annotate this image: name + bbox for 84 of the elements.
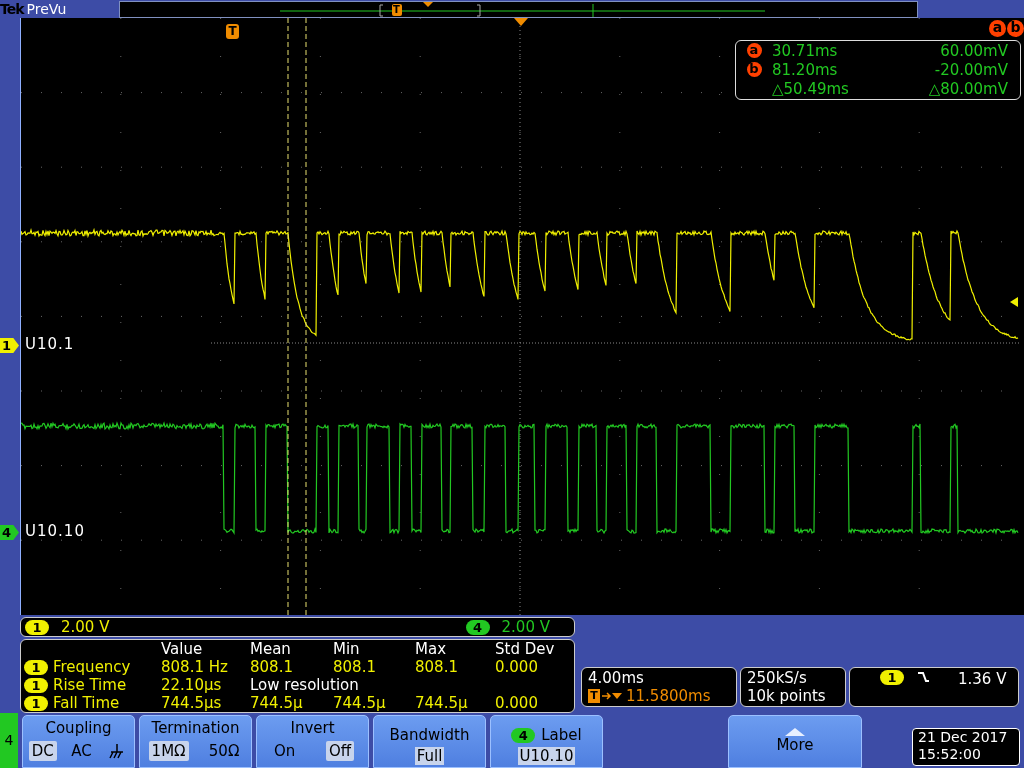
brand-logo: Tek xyxy=(0,1,24,17)
cursor-time: △50.49ms xyxy=(772,80,850,98)
channel-badge: 4 xyxy=(465,619,490,635)
menu-button[interactable]: 4 Label U10.10 xyxy=(490,715,603,768)
cursor-value: -20.00mV xyxy=(933,61,1009,79)
date-text: 21 Dec 2017 xyxy=(918,729,1009,746)
cursor-marker: a xyxy=(746,43,762,58)
cursor-value: 60.00mV xyxy=(939,42,1009,60)
table-cell-text: 808.1 xyxy=(250,658,294,676)
channel-badge: 1 xyxy=(880,670,904,685)
menu-title: Bandwidth xyxy=(389,726,470,744)
cursor-marker: b xyxy=(746,62,762,77)
time-text: 15:52:00 xyxy=(918,746,982,763)
delay-arrow-icon xyxy=(602,691,624,701)
table-cell-text: 744.5µs xyxy=(161,694,223,712)
record-length: 10k points xyxy=(747,687,827,705)
trigger-panel[interactable]: 1 1.36 V xyxy=(849,667,1019,707)
channel-badge: 4 xyxy=(511,727,536,743)
mode-label: PreVu xyxy=(26,1,68,17)
up-arrow-icon xyxy=(785,728,805,736)
menu-title: Termination xyxy=(151,719,240,737)
column-header: Max xyxy=(415,640,447,658)
channel-badge: 1 xyxy=(24,659,48,675)
menu-button[interactable]: Bandwidth Full xyxy=(373,715,486,768)
channel-tab[interactable]: 4 xyxy=(0,713,18,768)
column-header: Value xyxy=(161,640,204,658)
menu-value: Full xyxy=(414,747,445,765)
trace-label: U10.1 xyxy=(25,335,75,353)
measurement-name: Fall Time xyxy=(53,694,120,712)
measurement-name: Frequency xyxy=(53,658,131,676)
menu-option[interactable]: DC xyxy=(28,741,57,761)
menu-title: Label xyxy=(541,726,582,744)
menu-button[interactable]: Coupling DC AC xyxy=(22,715,135,768)
trigger-level: 1.36 V xyxy=(958,670,1007,688)
channel-marker[interactable]: 4 xyxy=(0,525,19,540)
trigger-level-icon xyxy=(1010,297,1018,307)
table-cell-text: 744.5µ xyxy=(333,694,387,712)
more-button[interactable]: More xyxy=(728,715,862,768)
channel-marker[interactable]: 1 xyxy=(0,338,19,353)
menu-option[interactable]: 1MΩ xyxy=(148,741,189,761)
cursor-flag: b xyxy=(1007,20,1024,37)
table-cell-text: 808.1 xyxy=(333,658,377,676)
trigger-marker: T xyxy=(588,689,600,703)
menu-option[interactable]: AC xyxy=(68,741,95,761)
channel-scale: 2.00 V xyxy=(61,618,110,636)
ground-icon xyxy=(109,743,126,759)
column-header: Mean xyxy=(250,640,292,658)
menu-button[interactable]: Invert On Off xyxy=(256,715,369,768)
cursor-value: △80.00mV xyxy=(927,80,1009,98)
measurement-name: Rise Time xyxy=(53,676,127,694)
measurement-note: Low resolution xyxy=(250,676,360,694)
table-cell-text: 744.5µ xyxy=(415,694,469,712)
trigger-delay: 11.5800ms xyxy=(626,687,711,705)
trigger-marker: T xyxy=(391,3,402,16)
channel-badge: 1 xyxy=(25,619,49,635)
horizontal-scale: 4.00ms xyxy=(588,669,645,687)
column-header: Std Dev xyxy=(495,640,556,658)
table-cell-text: 808.1 Hz xyxy=(161,658,229,676)
menu-title: Invert xyxy=(290,719,335,737)
table-cell-text: 0.000 xyxy=(495,658,539,676)
sample-rate: 250kS/s xyxy=(747,669,808,687)
cursor-time: 30.71ms xyxy=(772,42,839,60)
cursor-time: 81.20ms xyxy=(772,61,839,79)
cursor-flag: a xyxy=(989,20,1006,37)
menu-title: Coupling xyxy=(45,719,112,737)
menu-button[interactable]: Termination 1MΩ 50Ω xyxy=(139,715,252,768)
menu-value: U10.10 xyxy=(517,747,576,765)
trace-label: U10.10 xyxy=(25,522,85,540)
falling-edge-icon xyxy=(918,670,930,684)
menu-option[interactable]: Off xyxy=(325,741,355,761)
timebase-panel[interactable]: 4.00ms T 11.5800ms xyxy=(581,667,737,707)
channel-badge: 1 xyxy=(24,677,48,693)
table-cell-text: 808.1 xyxy=(415,658,459,676)
menu-option[interactable]: On xyxy=(270,741,299,761)
column-header: Min xyxy=(333,640,361,658)
table-cell-text: 22.10µs xyxy=(161,676,223,694)
trigger-marker: T xyxy=(226,24,239,39)
table-cell-text: 0.000 xyxy=(495,694,539,712)
acquisition-panel[interactable]: 250kS/s 10k points xyxy=(740,667,846,707)
table-cell-text: 744.5µ xyxy=(250,694,304,712)
cursor-line[interactable] xyxy=(287,18,289,615)
menu-option[interactable]: 50Ω xyxy=(205,741,243,761)
channel-scale: 2.00 V xyxy=(501,618,550,636)
channel-badge: 1 xyxy=(24,695,48,711)
